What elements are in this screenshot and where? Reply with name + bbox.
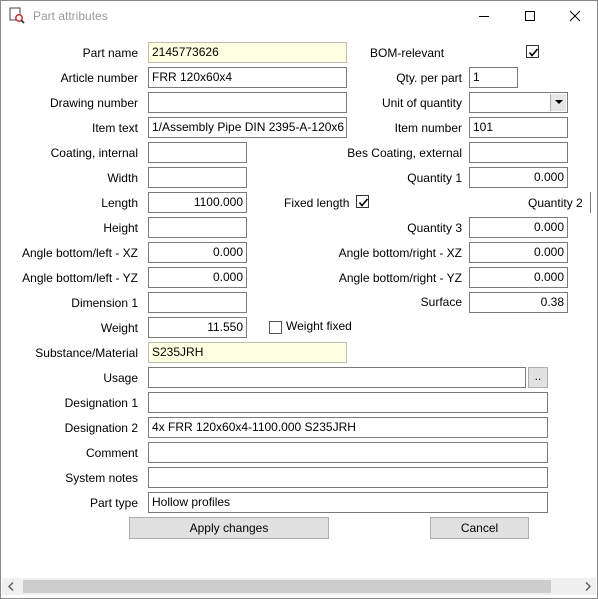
quantity-2-field-edge[interactable]	[590, 192, 593, 213]
length-label: Length	[101, 196, 138, 210]
designation-1-label: Designation 1	[64, 396, 138, 410]
qty-per-part-label: Qty. per part	[396, 71, 462, 85]
item-number-label: Item number	[394, 121, 462, 135]
weight-fixed-checkbox[interactable]	[269, 321, 282, 334]
unit-of-quantity-label: Unit of quantity	[381, 96, 462, 110]
coating-internal-label: Coating, internal	[50, 146, 138, 160]
length-field[interactable]: 1100.000	[148, 192, 247, 213]
angle-br-yz-field[interactable]: 0.000	[469, 267, 568, 288]
angle-br-xz-label: Angle bottom/right - XZ	[338, 246, 462, 260]
weight-field[interactable]: 11.550	[148, 317, 247, 338]
bom-relevant-checkbox[interactable]	[526, 45, 539, 58]
part-name-label: Part name	[82, 46, 138, 60]
coating-internal-field[interactable]	[148, 142, 247, 163]
designation-1-field[interactable]	[148, 392, 548, 413]
window-title: Part attributes	[33, 9, 108, 23]
weight-fixed-label: Weight fixed	[286, 319, 352, 333]
coating-external-field[interactable]	[469, 142, 568, 163]
substance-label: Substance/Material	[35, 346, 138, 360]
qty-per-part-field[interactable]: 1	[469, 67, 518, 88]
system-notes-label: System notes	[65, 471, 138, 485]
article-number-label: Article number	[60, 71, 138, 85]
scrollbar-thumb[interactable]	[23, 580, 551, 593]
quantity-1-label: Quantity 1	[407, 171, 462, 185]
chevron-down-icon[interactable]	[550, 94, 566, 111]
item-text-label: Item text	[91, 121, 138, 135]
fixed-length-label: Fixed length	[284, 196, 350, 210]
substance-field[interactable]: S235JRH	[148, 342, 347, 363]
drawing-number-field[interactable]	[148, 92, 347, 113]
height-field[interactable]	[148, 217, 247, 238]
angle-bl-xz-field[interactable]: 0.000	[148, 242, 247, 263]
quantity-1-field[interactable]: 0.000	[469, 167, 568, 188]
quantity-3-field[interactable]: 0.000	[469, 217, 568, 238]
scroll-left-icon[interactable]	[2, 578, 19, 595]
horizontal-scrollbar[interactable]	[2, 578, 596, 595]
system-notes-field[interactable]	[148, 467, 548, 488]
designation-2-field[interactable]: 4x FRR 120x60x4-1100.000 S235JRH	[148, 417, 548, 438]
bom-relevant-label: BOM-relevant	[370, 46, 445, 60]
apply-changes-button[interactable]: Apply changes	[129, 517, 329, 539]
height-label: Height	[103, 221, 138, 235]
width-label: Width	[107, 171, 138, 185]
dimension-1-label: Dimension 1	[71, 296, 138, 310]
angle-br-yz-label: Angle bottom/right - YZ	[338, 271, 462, 285]
maximize-button[interactable]	[507, 1, 553, 31]
surface-field[interactable]: 0.38	[469, 292, 568, 313]
item-number-field[interactable]: 101	[469, 117, 568, 138]
width-field[interactable]	[148, 167, 247, 188]
quantity-3-label: Quantity 3	[407, 221, 462, 235]
dimension-1-field[interactable]	[148, 292, 247, 313]
angle-br-xz-field[interactable]: 0.000	[469, 242, 568, 263]
usage-field[interactable]	[148, 367, 526, 388]
angle-bl-yz-field[interactable]: 0.000	[148, 267, 247, 288]
quantity-2-label: Quantity 2	[528, 196, 583, 210]
part-name-field[interactable]: 2145773626	[148, 42, 347, 63]
coating-external-label: Bes Coating, external	[347, 146, 462, 160]
close-button[interactable]	[552, 1, 598, 31]
scroll-right-icon[interactable]	[579, 578, 596, 595]
part-attributes-window: Part attributes Part name Article number…	[0, 0, 598, 599]
article-number-field[interactable]: FRR 120x60x4	[148, 67, 347, 88]
usage-browse-button[interactable]: ..	[528, 367, 548, 388]
unit-of-quantity-select[interactable]	[469, 92, 568, 113]
surface-label: Surface	[420, 295, 462, 309]
cancel-button[interactable]: Cancel	[430, 517, 529, 539]
part-type-label: Part type	[89, 496, 138, 510]
weight-label: Weight	[100, 321, 138, 335]
angle-bl-yz-label: Angle bottom/left - YZ	[22, 271, 138, 285]
part-type-field[interactable]: Hollow profiles	[148, 492, 548, 513]
designation-2-label: Designation 2	[64, 421, 138, 435]
usage-label: Usage	[103, 371, 138, 385]
minimize-button[interactable]	[461, 1, 507, 31]
title-bar: Part attributes	[1, 1, 597, 31]
comment-field[interactable]	[148, 442, 548, 463]
item-text-field[interactable]: 1/Assembly Pipe DIN 2395-A-120x6	[148, 117, 347, 138]
drawing-number-label: Drawing number	[49, 96, 138, 110]
angle-bl-xz-label: Angle bottom/left - XZ	[21, 246, 138, 260]
app-icon	[9, 7, 25, 24]
fixed-length-checkbox[interactable]	[356, 195, 369, 208]
comment-label: Comment	[85, 446, 138, 460]
